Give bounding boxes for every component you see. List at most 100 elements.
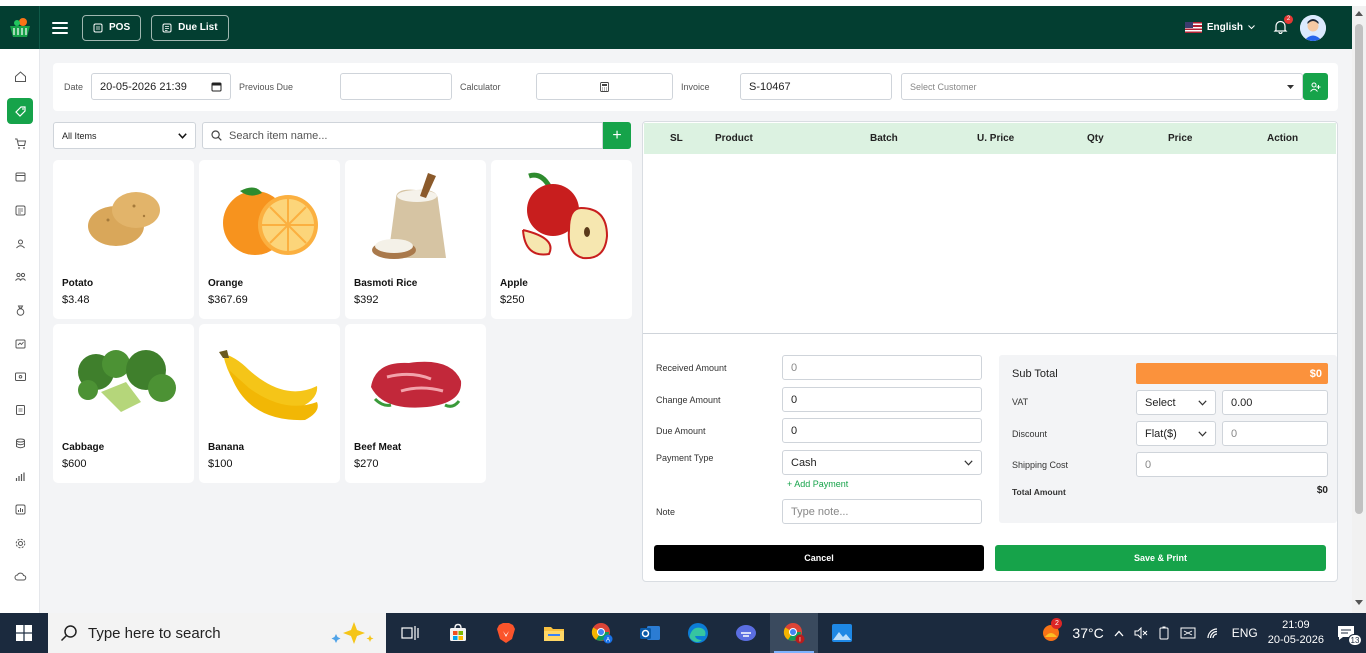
folder-icon [544, 627, 564, 641]
battery-icon[interactable] [1158, 626, 1170, 640]
taskbar-search[interactable]: Type here to search [48, 613, 386, 653]
taskbar-chrome-profile[interactable]: A [578, 613, 626, 653]
start-button[interactable] [0, 613, 48, 653]
taskbar-file-explorer[interactable] [530, 613, 578, 653]
product-card[interactable]: Cabbage $600 [53, 324, 194, 483]
note-input[interactable]: Type note... [782, 499, 982, 524]
taskbar-edge[interactable] [674, 613, 722, 653]
pos-button[interactable]: POS [82, 14, 142, 41]
clipboard-icon [15, 404, 25, 415]
sidebar-pos[interactable] [7, 98, 33, 124]
dropdown-caret-icon [1287, 84, 1294, 89]
item-search[interactable]: Search item name... [202, 122, 603, 149]
chevron-up-icon[interactable] [1114, 630, 1124, 637]
volume-muted-icon[interactable] [1134, 627, 1148, 639]
taskbar-brave[interactable] [482, 613, 530, 653]
outlook-icon [640, 626, 660, 640]
invoice-label: Invoice [681, 82, 710, 92]
payment-type-select[interactable]: Cash [782, 450, 982, 475]
notification-center[interactable]: 13 [1334, 622, 1362, 646]
product-card[interactable]: Apple $250 [491, 160, 632, 319]
product-card[interactable]: Beef Meat $270 [345, 324, 486, 483]
input-language[interactable]: ENG [1232, 626, 1258, 640]
temperature: 37°C [1072, 625, 1104, 641]
sidebar-purchase[interactable] [7, 130, 33, 156]
invoice-input[interactable]: S-10467 [740, 73, 892, 100]
date-input[interactable]: 20-05-2026 21:39 [91, 73, 231, 100]
note-label: Note [656, 507, 676, 517]
plus-icon: + [612, 126, 622, 144]
sidebar-stock[interactable] [7, 330, 33, 356]
due-amount-input[interactable]: 0 [782, 418, 982, 443]
change-amount-input[interactable]: 0 [782, 387, 982, 412]
windows-taskbar: Type here to search A I 2 37°C ENG 21:09… [0, 613, 1366, 653]
product-card[interactable]: Basmoti Rice $392 [345, 160, 486, 319]
scroll-down-icon[interactable] [1355, 600, 1363, 606]
taskbar-task-view[interactable] [386, 613, 434, 653]
sidebar-home[interactable] [7, 63, 33, 89]
chevron-down-icon [964, 459, 973, 466]
product-card[interactable]: Orange $367.69 [199, 160, 340, 319]
weather-widget[interactable]: 2 [1040, 617, 1063, 646]
add-item-button[interactable]: + [603, 122, 631, 149]
product-card[interactable]: Banana $100 [199, 324, 340, 483]
taskbar-app-blue[interactable] [722, 613, 770, 653]
discount-input[interactable]: 0 [1222, 421, 1328, 446]
taskbar-photos[interactable] [818, 613, 866, 653]
app-logo[interactable] [0, 6, 40, 49]
chevron-down-icon [178, 132, 187, 139]
product-image-beef-meat [355, 330, 476, 434]
cart-table-header: SL Product Batch U. Price Qty Price Acti… [644, 123, 1336, 154]
sidebar-warehouse[interactable] [7, 430, 33, 456]
sidebar-accounts[interactable] [7, 363, 33, 389]
taskbar-clock[interactable]: 21:09 20-05-2026 [1268, 618, 1324, 648]
column-header: Batch [870, 133, 898, 144]
user-avatar[interactable] [1300, 14, 1326, 41]
page-scrollbar[interactable] [1352, 6, 1366, 613]
vat-input[interactable]: 0.00 [1222, 390, 1328, 415]
product-card[interactable]: Potato $3.48 [53, 160, 194, 319]
sidebar-backup[interactable] [7, 563, 33, 589]
network-icon[interactable] [1180, 627, 1196, 639]
category-select[interactable]: All Items [53, 122, 196, 149]
scrollbar-thumb[interactable] [1355, 24, 1363, 514]
taskbar-search-placeholder: Type here to search [88, 624, 221, 642]
taskbar-store[interactable] [434, 613, 482, 653]
sidebar-statistics[interactable] [7, 496, 33, 522]
cancel-button[interactable]: Cancel [654, 545, 984, 571]
sidebar-reports[interactable] [7, 396, 33, 422]
received-amount-input[interactable]: 0 [782, 355, 982, 380]
discount-type-select[interactable]: Flat($) [1136, 421, 1216, 446]
language-selector[interactable]: English [1184, 22, 1255, 33]
menu-toggle-icon[interactable] [52, 21, 68, 34]
product-name: Apple [500, 278, 528, 289]
sidebar-sales-list[interactable] [7, 197, 33, 223]
shipping-cost-input[interactable]: 0 [1136, 452, 1328, 477]
wifi-icon[interactable] [1206, 627, 1222, 639]
product-price: $100 [208, 458, 233, 470]
notification-bell[interactable]: 2 [1273, 14, 1293, 37]
save-print-button[interactable]: Save & Print [995, 545, 1326, 571]
add-customer-button[interactable] [1303, 73, 1328, 100]
previous-due-input[interactable] [340, 73, 452, 100]
add-payment-link[interactable]: + Add Payment [787, 479, 848, 489]
column-header: Action [1267, 133, 1299, 144]
sidebar-products[interactable] [7, 163, 33, 189]
due-list-button[interactable]: Due List [151, 14, 229, 41]
sidebar-analytics[interactable] [7, 463, 33, 489]
customer-select[interactable]: Select Customer [901, 73, 1303, 100]
sidebar-settings[interactable] [7, 530, 33, 556]
windows-logo-icon [16, 625, 32, 641]
sidebar-expenses[interactable] [7, 297, 33, 323]
sidebar-customers[interactable] [7, 230, 33, 256]
sidebar-suppliers[interactable] [7, 263, 33, 289]
vat-select[interactable]: Select [1136, 390, 1216, 415]
search-placeholder: Search item name... [229, 129, 328, 142]
taskbar-chrome-active[interactable]: I [770, 613, 818, 653]
calculator-button[interactable] [536, 73, 673, 100]
chrome-icon: A [591, 623, 613, 644]
scroll-up-icon[interactable] [1355, 10, 1363, 16]
taskbar-outlook[interactable] [626, 613, 674, 653]
filter-bar: Date 20-05-2026 21:39 Previous Due Calcu… [53, 63, 1338, 111]
search-icon [211, 130, 222, 141]
